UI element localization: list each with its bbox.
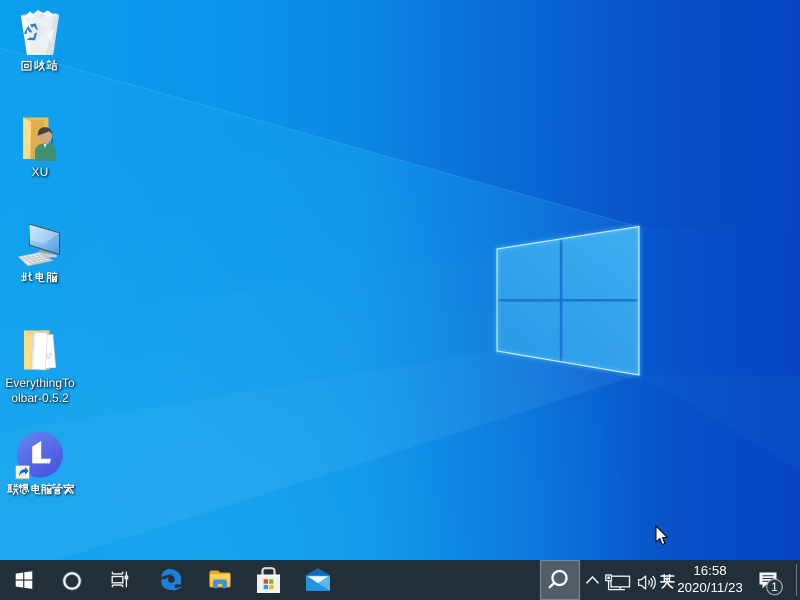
svg-text:1: 1: [771, 580, 778, 594]
